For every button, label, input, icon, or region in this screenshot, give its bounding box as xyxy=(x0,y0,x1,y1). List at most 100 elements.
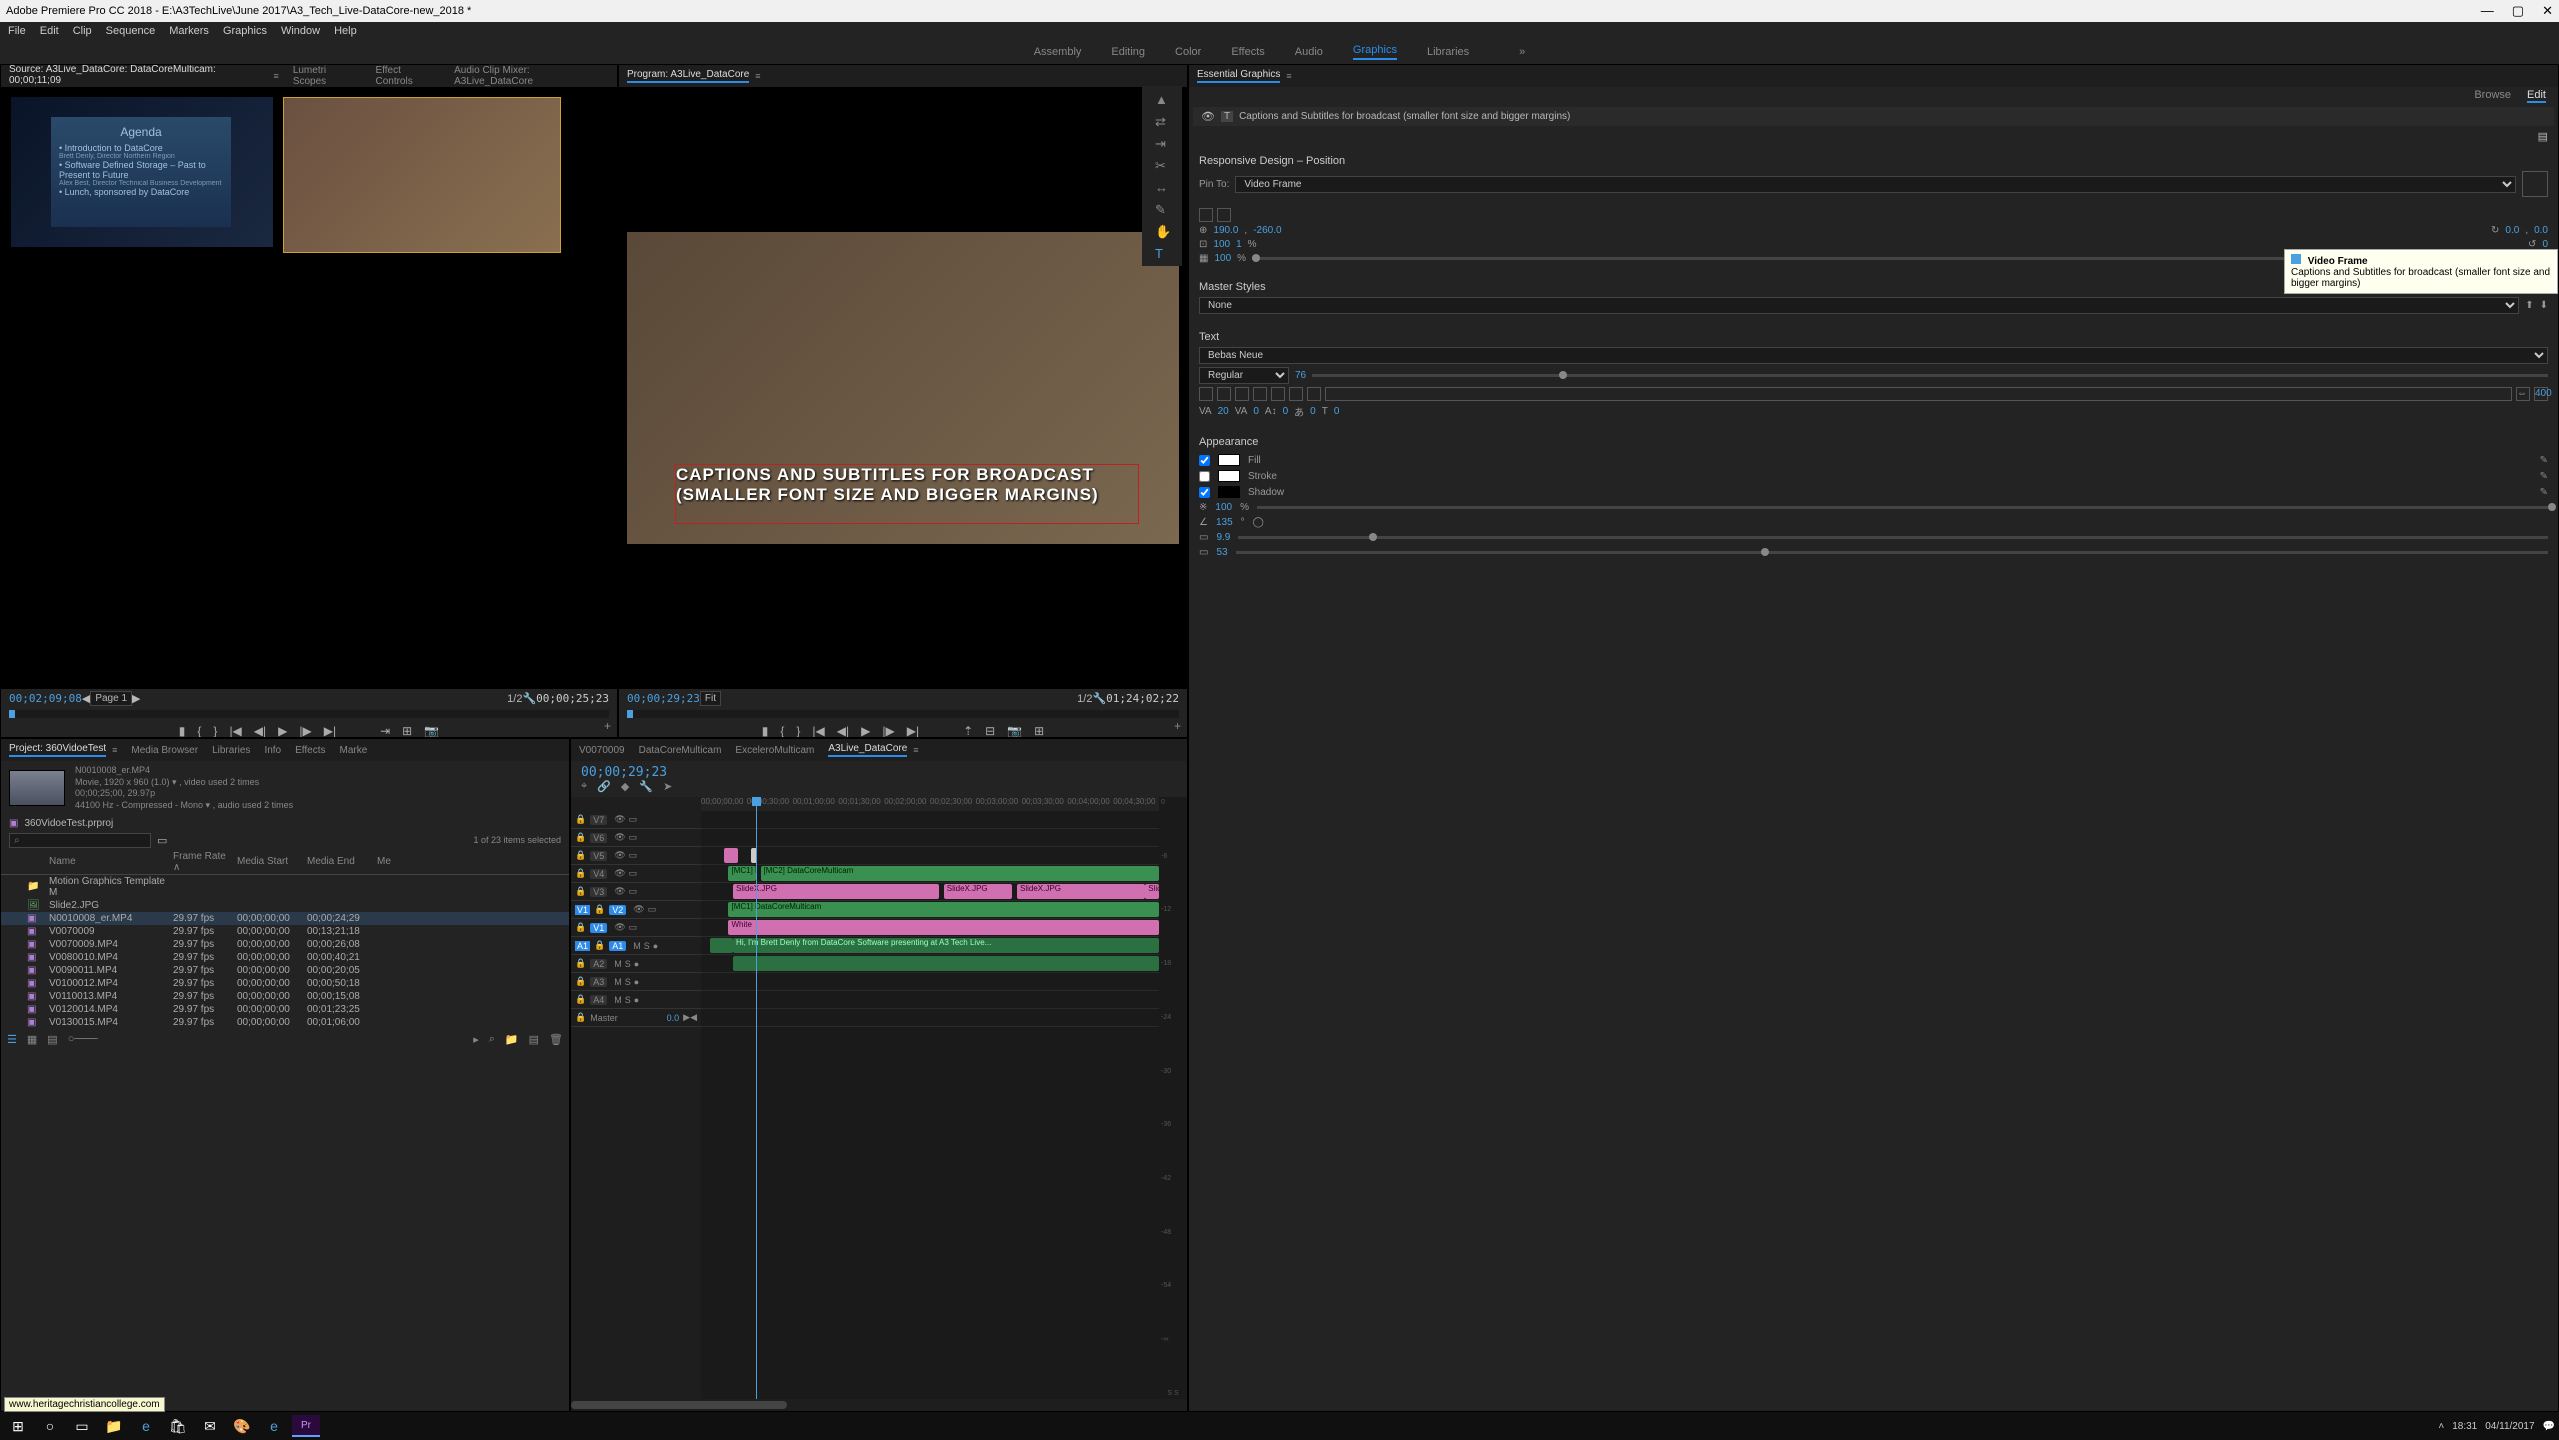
new-layer-icon[interactable]: ▤ xyxy=(2538,131,2548,143)
step-fwd-icon[interactable]: |▶ xyxy=(299,724,311,738)
workspace-editing[interactable]: Editing xyxy=(1111,46,1145,58)
export-frame-icon[interactable]: 📷 xyxy=(1007,724,1022,738)
fill-checkbox[interactable] xyxy=(1199,455,1210,466)
clip[interactable]: White xyxy=(728,920,1159,935)
stroke-swatch[interactable] xyxy=(1218,470,1240,482)
table-row[interactable]: ▣N0010008_er.MP429.97 fps00;00;00;0000;0… xyxy=(1,912,569,925)
program-view[interactable]: CAPTIONS AND SUBTITLES FOR BROADCAST (SM… xyxy=(619,87,1187,689)
timeline-tracks[interactable]: 00;00;00;00 00;00;30;00 00;01;00;00 00;0… xyxy=(701,797,1159,1399)
kern-d[interactable]: 0 xyxy=(1310,406,1316,417)
zoom-slider[interactable]: ○─── xyxy=(68,1033,98,1045)
scale-value[interactable]: 100 xyxy=(1214,253,1231,264)
track-header-v6[interactable]: 🔒V6👁▭ xyxy=(571,829,701,847)
mark-clip-icon[interactable]: } xyxy=(796,724,800,738)
track-header-a1[interactable]: A1🔒A1MS● xyxy=(571,937,701,955)
solo-icon[interactable]: S xyxy=(644,941,650,951)
solo-r[interactable]: S xyxy=(1174,1390,1179,1397)
toggle-output-icon[interactable]: 👁 xyxy=(614,814,625,824)
pen-tool-icon[interactable]: ✎ xyxy=(1155,202,1169,216)
menu-clip[interactable]: Clip xyxy=(73,25,92,37)
page-prev-icon[interactable]: ◀ xyxy=(82,692,90,705)
notifications-icon[interactable]: 💬 xyxy=(2543,1421,2555,1432)
workspace-color[interactable]: Color xyxy=(1175,46,1201,58)
tab-audio-clip-mixer[interactable]: Audio Clip Mixer: A3Live_DataCore xyxy=(454,65,609,87)
pin-to-select[interactable]: Video Frame xyxy=(1235,176,2516,193)
clip[interactable]: SlideX.JPG xyxy=(1017,884,1145,899)
go-to-out-icon[interactable]: ▶| xyxy=(907,724,919,738)
filter-bin-icon[interactable]: ▭ xyxy=(157,834,167,847)
rotation-2[interactable]: 0.0 xyxy=(2534,225,2548,236)
go-to-in-icon[interactable]: |◀ xyxy=(812,724,824,738)
table-row[interactable]: ▣V007000929.97 fps00;00;00;0000;13;21;18 xyxy=(1,925,569,938)
tracking-value[interactable]: 400 xyxy=(2534,387,2548,401)
mail-icon[interactable]: ✉ xyxy=(196,1415,224,1437)
menu-file[interactable]: File xyxy=(8,25,26,37)
col-name[interactable]: Name xyxy=(49,856,169,867)
workspace-graphics[interactable]: Graphics xyxy=(1353,44,1397,60)
razor-tool-icon[interactable]: ✂ xyxy=(1155,158,1169,172)
angle-dial-icon[interactable]: ◯ xyxy=(1253,517,1264,528)
track-a2[interactable] xyxy=(701,955,1159,973)
table-row[interactable]: ▣V0090011.MP429.97 fps00;00;00;0000;00;2… xyxy=(1,964,569,977)
auto-sequence-icon[interactable]: ▸ xyxy=(473,1033,479,1046)
minimize-button[interactable]: — xyxy=(2481,3,2494,19)
tab-program[interactable]: Program: A3Live_DataCore xyxy=(627,69,749,83)
fill-options-icon[interactable]: ✎ xyxy=(2540,455,2548,466)
multicam-angle-2-active[interactable] xyxy=(283,97,561,253)
clock-time[interactable]: 18:31 xyxy=(2452,1421,2477,1432)
table-row[interactable]: ▣V0080010.MP429.97 fps00;00;00;0000;00;4… xyxy=(1,951,569,964)
shadow-opacity-slider[interactable] xyxy=(1257,506,2548,509)
sync-lock-icon[interactable]: ▭ xyxy=(629,814,638,824)
menu-help[interactable]: Help xyxy=(334,25,357,37)
page-next-icon[interactable]: ▶ xyxy=(132,692,140,705)
tab-markers[interactable]: Marke xyxy=(340,745,368,756)
track-header-v7[interactable]: 🔒V7👁▭ xyxy=(571,811,701,829)
tab-source-close-icon[interactable]: ≡ xyxy=(274,71,279,81)
master-style-select[interactable]: None xyxy=(1199,297,2519,314)
rotation-1[interactable]: 0.0 xyxy=(2505,225,2519,236)
timeline-tab-active[interactable]: A3Live_DataCore xyxy=(828,743,907,757)
menu-edit[interactable]: Edit xyxy=(40,25,59,37)
play-icon[interactable]: ▶ xyxy=(278,724,287,738)
hand-tool-icon[interactable]: ✋ xyxy=(1155,224,1169,238)
wrench-icon[interactable]: ➤ xyxy=(663,780,672,793)
track-header-a4[interactable]: 🔒A4MS● xyxy=(571,991,701,1009)
clip[interactable]: Hi, I'm Brett Denly from DataCore Softwa… xyxy=(733,938,1159,953)
table-row[interactable]: ▣V0070009.MP429.97 fps00;00;00;0000;00;2… xyxy=(1,938,569,951)
timeline-zoom-bar[interactable] xyxy=(571,1399,1187,1411)
track-v1[interactable]: White xyxy=(701,919,1159,937)
lift-icon[interactable]: ⇡ xyxy=(963,724,973,738)
search-input[interactable] xyxy=(9,833,151,848)
shadow-distance[interactable]: 9.9 xyxy=(1216,532,1230,543)
type-tool-icon[interactable]: T xyxy=(1155,246,1169,260)
cortana-icon[interactable]: ○ xyxy=(36,1415,64,1437)
clip[interactable]: SlideX.JPG xyxy=(944,884,1013,899)
font-size[interactable]: 76 xyxy=(1295,370,1306,381)
source-scale[interactable]: 1/2 xyxy=(507,693,522,705)
track-v6[interactable] xyxy=(701,829,1159,847)
eg-tab-browse[interactable]: Browse xyxy=(2474,89,2511,103)
graphic-layer-row[interactable]: 👁 T Captions and Subtitles for broadcast… xyxy=(1193,107,2554,126)
step-fwd-icon[interactable]: |▶ xyxy=(882,724,894,738)
clip[interactable]: Slid... xyxy=(1145,884,1159,899)
table-row[interactable]: ▣V0130015.MP429.97 fps00;00;00;0000;01;0… xyxy=(1,1016,569,1029)
extract-icon[interactable]: ⊟ xyxy=(985,724,995,738)
clip[interactable]: [MC2] DataCoreMulticam xyxy=(761,866,1159,881)
kern-b[interactable]: 0 xyxy=(1253,406,1259,417)
menu-graphics[interactable]: Graphics xyxy=(223,25,267,37)
go-to-out-icon[interactable]: ▶| xyxy=(324,724,336,738)
track-v2[interactable]: [MC1] DataCoreMulticam xyxy=(701,901,1159,919)
settings-icon[interactable]: 🔧 xyxy=(1092,692,1106,705)
find-icon[interactable]: ⌕ xyxy=(489,1033,495,1046)
freeform-view-icon[interactable]: ▤ xyxy=(47,1033,57,1046)
selection-tool-icon[interactable]: ▲ xyxy=(1155,92,1169,106)
font-weight-select[interactable]: Regular xyxy=(1199,367,1289,384)
stroke-checkbox[interactable] xyxy=(1199,471,1210,482)
marker-icon[interactable]: ◆ xyxy=(621,780,629,793)
step-back-icon[interactable]: ◀| xyxy=(254,724,266,738)
graphic-caption-box[interactable]: CAPTIONS AND SUBTITLES FOR BROADCAST (SM… xyxy=(675,464,1139,524)
icon-view-icon[interactable]: ▦ xyxy=(27,1033,37,1046)
maximize-button[interactable]: ▢ xyxy=(2512,3,2524,19)
source-view[interactable]: Agenda • Introduction to DataCore Brett … xyxy=(1,87,617,689)
bin-name[interactable]: 360VidoeTest.prproj xyxy=(24,818,113,829)
